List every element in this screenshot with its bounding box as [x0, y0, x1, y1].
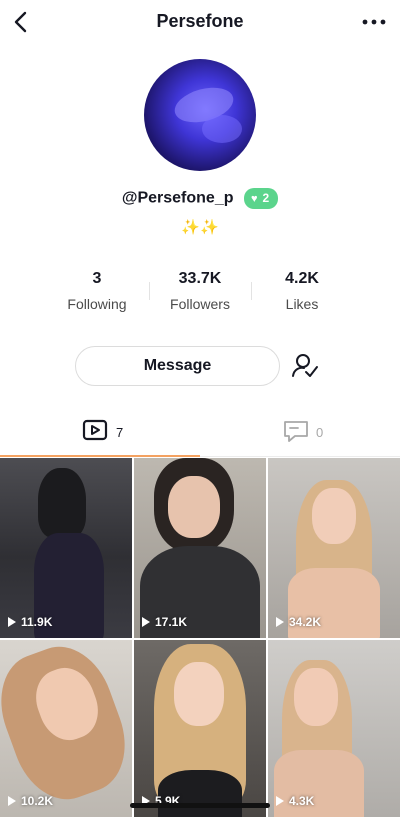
- heart-icon: ♥: [250, 193, 258, 205]
- bio-text: ✨✨: [181, 219, 219, 236]
- view-count: 17.1K: [142, 615, 187, 629]
- play-icon: [276, 796, 284, 806]
- likes-label: Likes: [285, 296, 319, 312]
- comment-box-icon: [284, 421, 308, 442]
- top-bar: Persefone: [0, 0, 400, 44]
- avatar[interactable]: [144, 59, 256, 171]
- following-label: Following: [67, 296, 127, 312]
- fan-badge[interactable]: ♥ 2: [243, 188, 279, 209]
- play-icon: [276, 617, 284, 627]
- video-thumbnail[interactable]: 17.1K: [134, 458, 266, 638]
- badge-value: 2: [262, 191, 270, 205]
- play-box-icon: [82, 419, 108, 441]
- stat-following[interactable]: 3 Following: [42, 268, 152, 312]
- profile-stats: 3 Following 33.7K Followers 4.2K Likes: [0, 268, 400, 318]
- more-horizontal-icon[interactable]: [360, 10, 388, 34]
- followers-count: 33.7K: [178, 270, 222, 287]
- page-title: Persefone: [156, 11, 244, 31]
- stat-followers[interactable]: 33.7K Followers: [145, 268, 255, 312]
- play-icon: [8, 617, 16, 627]
- view-count: 11.9K: [8, 615, 52, 629]
- view-count: 4.3K: [276, 794, 314, 808]
- play-icon: [8, 796, 16, 806]
- home-indicator[interactable]: [130, 803, 270, 808]
- person-check-icon[interactable]: [291, 353, 319, 379]
- video-thumbnail[interactable]: 34.2K: [268, 458, 400, 638]
- video-grid: 11.9K 17.1K 34.2K 10.2K 5.9K 4.3K: [0, 458, 400, 817]
- video-thumbnail[interactable]: 11.9K: [0, 458, 132, 638]
- likes-count: 4.2K: [285, 270, 319, 287]
- play-icon: [142, 617, 150, 627]
- tab-videos[interactable]: 7: [82, 418, 142, 448]
- stat-likes[interactable]: 4.2K Likes: [247, 268, 357, 312]
- following-count: 3: [92, 270, 102, 287]
- comments-count: 0: [316, 425, 324, 440]
- videos-count: 7: [116, 425, 124, 440]
- tab-comments[interactable]: 0: [282, 418, 332, 448]
- video-thumbnail[interactable]: 4.3K: [268, 640, 400, 817]
- followers-label: Followers: [170, 296, 230, 312]
- view-count: 10.2K: [8, 794, 53, 808]
- view-count: 34.2K: [276, 615, 321, 629]
- handle-row: @Persefone_p ♥ 2: [0, 188, 400, 210]
- video-thumbnail[interactable]: 10.2K: [0, 640, 132, 817]
- username-handle: @Persefone_p: [121, 189, 234, 207]
- video-thumbnail[interactable]: 5.9K: [134, 640, 266, 817]
- active-tab-indicator: [0, 455, 200, 457]
- message-button[interactable]: Message: [75, 346, 280, 386]
